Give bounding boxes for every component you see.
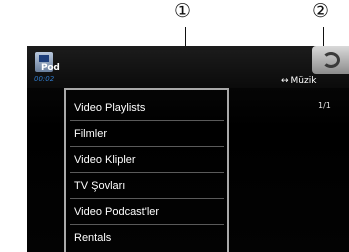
top-bar: Pod 00:02 ↔ Müzik xyxy=(27,46,349,88)
return-arrow-icon xyxy=(322,52,340,68)
menu-item-tv-shows[interactable]: TV Şovları xyxy=(70,173,224,199)
source-label: Pod xyxy=(41,63,60,73)
back-button[interactable] xyxy=(312,46,349,74)
menu-item-video-playlists[interactable]: Video Playlists xyxy=(70,95,224,121)
device-screen: Pod 00:02 ↔ Müzik 1/1 Video Playlists Fi… xyxy=(27,46,349,252)
menu-item-music-videos[interactable]: Video Klipler xyxy=(70,147,224,173)
figure: ① ② Pod 00:02 ↔ Müzik 1/1 Video Playlist… xyxy=(0,0,349,252)
menu-item-rentals[interactable]: Rentals xyxy=(70,225,224,251)
menu-item-video-podcasts[interactable]: Video Podcast'ler xyxy=(70,199,224,225)
left-right-arrow-icon: ↔ xyxy=(281,76,289,86)
page-indicator: 1/1 xyxy=(318,101,331,110)
mode-switch[interactable]: ↔ Müzik xyxy=(281,76,316,86)
playback-time: 00:02 xyxy=(34,75,55,83)
mode-label: Müzik xyxy=(290,76,317,86)
menu-item-movies[interactable]: Filmler xyxy=(70,121,224,147)
callout-1: ① xyxy=(174,0,192,22)
callout-2: ② xyxy=(312,0,330,22)
video-menu-list: Video Playlists Filmler Video Klipler TV… xyxy=(70,95,224,251)
